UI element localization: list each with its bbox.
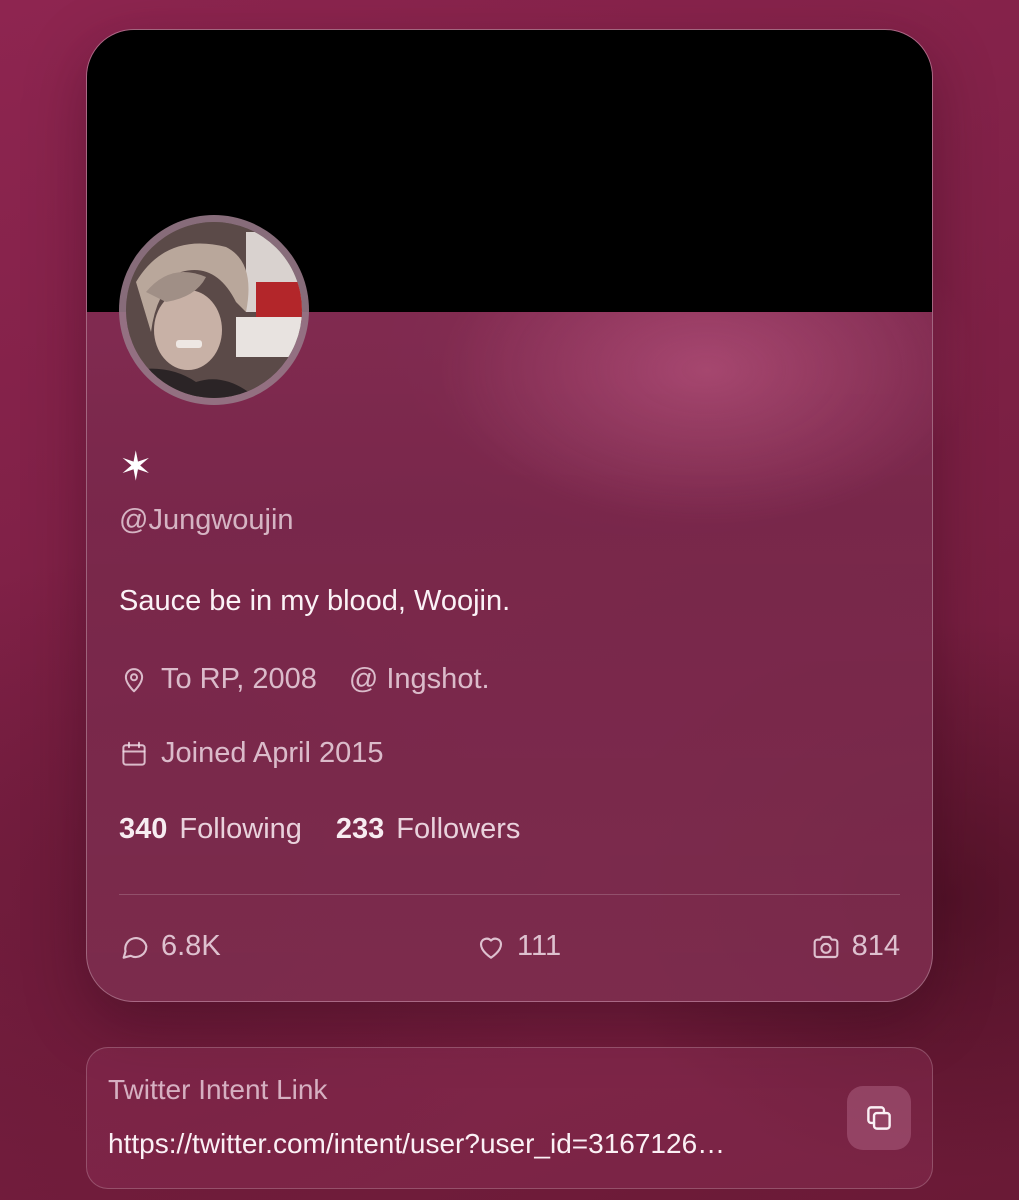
media-count: 814 [851,930,900,962]
camera-icon [810,931,842,963]
display-name: ✶ [119,444,153,490]
location-row: To RP, 2008 @ Ingshot. [119,663,490,696]
avatar-image [126,222,302,398]
likes-count: 111 [517,930,562,962]
intent-link-url[interactable]: https://twitter.com/intent/user?user_id=… [108,1128,808,1160]
comments-stat: 6.8K [119,930,221,963]
copy-button[interactable] [847,1086,911,1150]
joined-text: Joined April 2015 [161,737,384,769]
calendar-icon [119,739,149,769]
following-label: Following [179,813,302,845]
profile-bio: Sauce be in my blood, Woojin. [119,585,511,617]
likes-stat: 111 [475,930,561,963]
intent-link-label: Twitter Intent Link [108,1074,328,1105]
comments-count: 6.8K [161,930,221,962]
website-link[interactable]: @ Ingshot. [349,663,490,696]
avatar[interactable] [119,215,309,405]
followers-link[interactable]: 233 Followers [336,813,520,846]
heart-icon [475,931,507,963]
follow-counts: 340 Following 233 Followers [119,813,554,846]
map-pin-icon [119,665,149,695]
followers-label: Followers [396,813,521,845]
profile-card: ✶ @Jungwoujin Sauce be in my blood, Wooj… [86,29,933,1002]
following-link[interactable]: 340 Following [119,813,302,846]
intent-link-panel: Twitter Intent Link https://twitter.com/… [86,1047,933,1189]
speech-bubble-icon [119,931,151,963]
following-count: 340 [119,813,168,845]
profile-handle: @Jungwoujin [119,504,294,536]
media-stat: 814 [810,930,900,963]
followers-count: 233 [335,813,385,845]
location-text: To RP, 2008 [161,663,317,695]
copy-icon [862,1101,896,1135]
joined-row: Joined April 2015 [119,737,384,770]
divider [119,894,900,895]
